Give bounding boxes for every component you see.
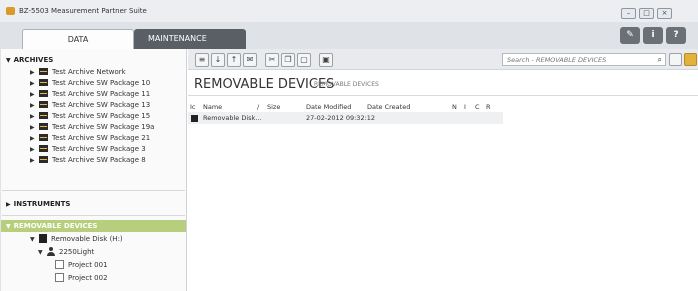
sidebar-item-archive[interactable]: ▶ Test Archive Network bbox=[30, 67, 126, 76]
column-header-date-created[interactable]: Date Created bbox=[367, 103, 410, 111]
archive-icon bbox=[39, 89, 48, 97]
cut-icon[interactable]: ✂ bbox=[265, 53, 279, 67]
column-header-c[interactable]: C bbox=[475, 103, 480, 111]
removable-devices-header[interactable]: ▼ REMOVABLE DEVICES bbox=[1, 220, 186, 232]
expand-arrow-icon[interactable]: ▶ bbox=[30, 69, 39, 76]
archive-icon bbox=[39, 100, 48, 108]
expand-arrow-icon[interactable]: ▶ bbox=[30, 102, 39, 109]
new-folder-icon[interactable]: ▣ bbox=[319, 53, 333, 67]
column-sort-indicator: / bbox=[257, 103, 260, 111]
maximize-icon[interactable]: □ bbox=[639, 8, 654, 19]
breadcrumb[interactable]: REMOVABLE DEVICES bbox=[314, 81, 379, 88]
removable-disk-icon bbox=[39, 233, 47, 243]
archive-icon bbox=[39, 144, 48, 152]
column-header-i[interactable]: I bbox=[464, 103, 466, 111]
chevron-right-icon: ▶ bbox=[6, 201, 11, 208]
chevron-down-icon[interactable]: ▼ bbox=[30, 236, 39, 243]
title-bar: BZ-5503 Measurement Partner Suite – □ × bbox=[0, 0, 698, 22]
paste-icon[interactable]: ▢ bbox=[297, 53, 311, 67]
divider bbox=[2, 190, 185, 191]
archive-icon bbox=[39, 133, 48, 141]
expand-arrow-icon[interactable]: ▶ bbox=[30, 113, 39, 120]
archive-icon bbox=[39, 111, 48, 119]
archive-icon bbox=[39, 67, 48, 75]
view-toggle-icon[interactable] bbox=[669, 53, 682, 66]
column-header-name[interactable]: Name bbox=[203, 103, 222, 111]
mail-icon[interactable]: ✉ bbox=[243, 53, 257, 67]
divider bbox=[2, 215, 185, 216]
compare-icon[interactable]: ≡ bbox=[195, 53, 209, 67]
upload-icon[interactable]: ↑ bbox=[227, 53, 241, 67]
wrench-icon[interactable]: ✎ bbox=[620, 27, 640, 44]
column-header-n[interactable]: N bbox=[452, 103, 457, 111]
copy-icon[interactable]: ❐ bbox=[281, 53, 295, 67]
archive-icon bbox=[39, 78, 48, 86]
sidebar-item-removable-disk[interactable]: ▼ Removable Disk (H:) bbox=[30, 233, 123, 243]
minimize-icon[interactable]: – bbox=[621, 8, 636, 19]
chevron-down-icon: ▼ bbox=[6, 223, 11, 230]
download-icon[interactable]: ↓ bbox=[211, 53, 225, 67]
project-icon bbox=[55, 272, 64, 282]
sidebar-item-archive[interactable]: ▶ Test Archive SW Package 19a bbox=[30, 122, 154, 131]
archives-header[interactable]: ▼ ARCHIVES bbox=[6, 56, 53, 64]
sidebar-item-project[interactable]: Project 001 bbox=[55, 259, 108, 269]
sidebar-item-project[interactable]: Project 002 bbox=[55, 272, 108, 282]
sidebar-item-archive[interactable]: ▶ Test Archive SW Package 15 bbox=[30, 111, 150, 120]
tab-bar: DATA MAINTENANCE ✎ i ? bbox=[0, 22, 698, 49]
chevron-down-icon[interactable]: ▼ bbox=[38, 249, 47, 256]
removable-disk-icon bbox=[191, 115, 198, 122]
sidebar-item-archive[interactable]: ▶ Test Archive SW Package 3 bbox=[30, 144, 146, 153]
tab-data[interactable]: DATA bbox=[22, 29, 134, 49]
column-header-date-modified[interactable]: Date Modified bbox=[306, 103, 351, 111]
window-title: BZ-5503 Measurement Partner Suite bbox=[19, 7, 147, 15]
column-header-r[interactable]: R bbox=[486, 103, 491, 111]
tab-maintenance[interactable]: MAINTENANCE bbox=[134, 29, 246, 49]
cell-date-modified: 27-02-2012 09:32:12 bbox=[306, 114, 376, 122]
archive-icon bbox=[39, 122, 48, 130]
user-icon bbox=[47, 246, 55, 256]
archive-icon bbox=[39, 155, 48, 163]
expand-arrow-icon[interactable]: ▶ bbox=[30, 146, 39, 153]
sidebar-item-archive[interactable]: ▶ Test Archive SW Package 13 bbox=[30, 100, 150, 109]
expand-arrow-icon[interactable]: ▶ bbox=[30, 80, 39, 87]
sidebar-item-archive[interactable]: ▶ Test Archive SW Package 11 bbox=[30, 89, 150, 98]
help-icon[interactable]: ? bbox=[666, 27, 686, 44]
info-icon[interactable]: i bbox=[643, 27, 663, 44]
search-box[interactable]: ⌕ bbox=[502, 53, 666, 66]
search-icon[interactable]: ⌕ bbox=[658, 55, 662, 65]
column-header-icon[interactable]: Ic bbox=[190, 103, 196, 111]
sidebar-item-user[interactable]: ▼ 2250Light bbox=[38, 246, 94, 256]
layout-icon[interactable] bbox=[684, 53, 697, 66]
project-icon bbox=[55, 259, 64, 269]
sidebar-item-archive[interactable]: ▶ Test Archive SW Package 10 bbox=[30, 78, 150, 87]
app-logo-icon bbox=[6, 7, 15, 15]
expand-arrow-icon[interactable]: ▶ bbox=[30, 135, 39, 142]
column-header-size[interactable]: Size bbox=[267, 103, 280, 111]
instruments-header[interactable]: ▶ INSTRUMENTS bbox=[6, 200, 70, 208]
chevron-down-icon: ▼ bbox=[6, 57, 11, 64]
sidebar-item-archive[interactable]: ▶ Test Archive SW Package 8 bbox=[30, 155, 146, 164]
cell-name[interactable]: Removable Disk... bbox=[203, 114, 262, 122]
expand-arrow-icon[interactable]: ▶ bbox=[30, 124, 39, 131]
expand-arrow-icon[interactable]: ▶ bbox=[30, 91, 39, 98]
divider bbox=[188, 95, 698, 96]
sidebar-item-archive[interactable]: ▶ Test Archive SW Package 21 bbox=[30, 133, 150, 142]
search-input[interactable] bbox=[507, 55, 647, 65]
close-icon[interactable]: × bbox=[657, 8, 672, 19]
expand-arrow-icon[interactable]: ▶ bbox=[30, 157, 39, 164]
